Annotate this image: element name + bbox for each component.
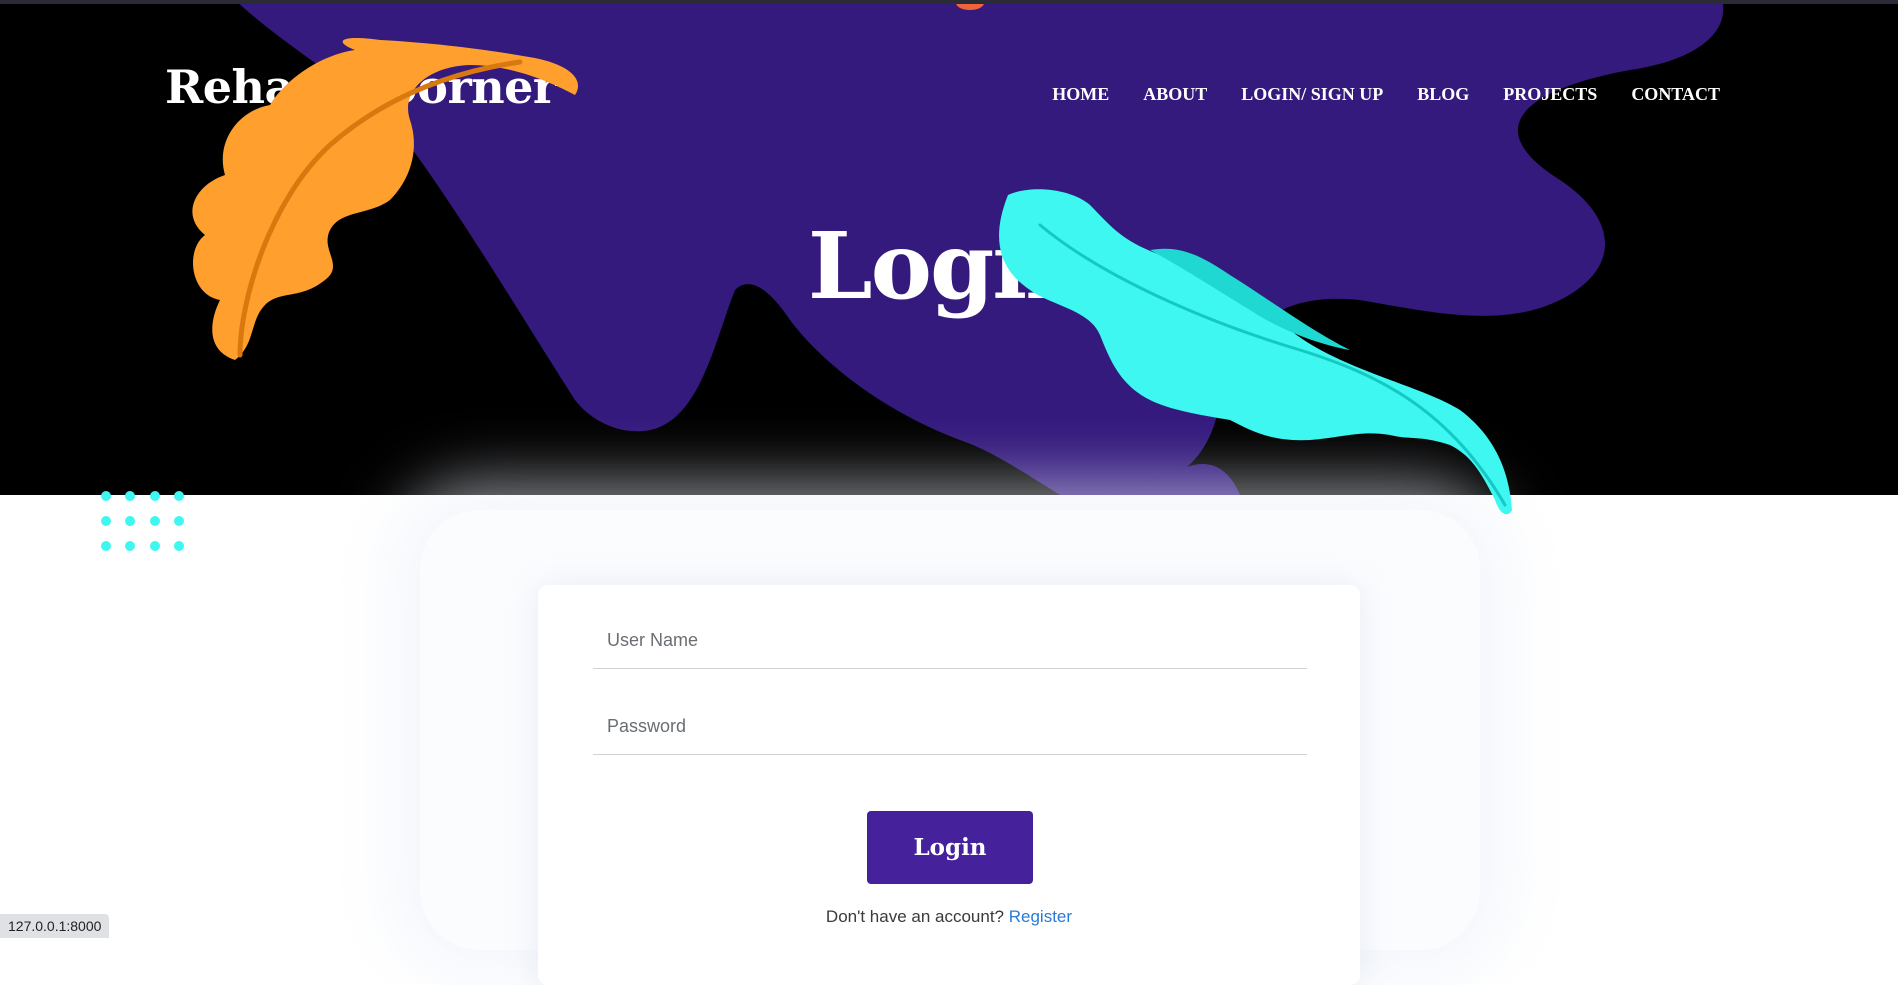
login-card: Login Don't have an account? Register [538,585,1360,985]
register-prompt: Don't have an account? [825,907,1009,926]
nav-login-signup[interactable]: LOGIN/ SIGN UP [1241,84,1383,105]
site-brand[interactable]: Rehan's Corner [165,60,557,114]
hero-header: Rehan's Corner HOME ABOUT LOGIN/ SIGN UP… [0,0,1898,495]
main-nav: HOME ABOUT LOGIN/ SIGN UP BLOG PROJECTS … [1018,84,1720,105]
password-input[interactable] [593,698,1307,754]
register-prompt-line: Don't have an account? Register [538,907,1360,927]
username-input[interactable] [593,612,1307,668]
browser-top-edge [0,0,1898,4]
nav-home[interactable]: HOME [1052,84,1109,105]
login-button[interactable]: Login [867,811,1033,884]
username-field [593,612,1307,669]
register-link[interactable]: Register [1009,907,1072,926]
nav-about[interactable]: ABOUT [1143,84,1207,105]
status-bar-url: 127.0.0.1:8000 [0,914,110,938]
password-field [593,698,1307,755]
dot-grid-icon [101,491,184,551]
page-title: Login [807,212,1092,320]
nav-blog[interactable]: BLOG [1417,84,1469,105]
nav-projects[interactable]: PROJECTS [1503,84,1597,105]
nav-contact[interactable]: CONTACT [1631,84,1720,105]
